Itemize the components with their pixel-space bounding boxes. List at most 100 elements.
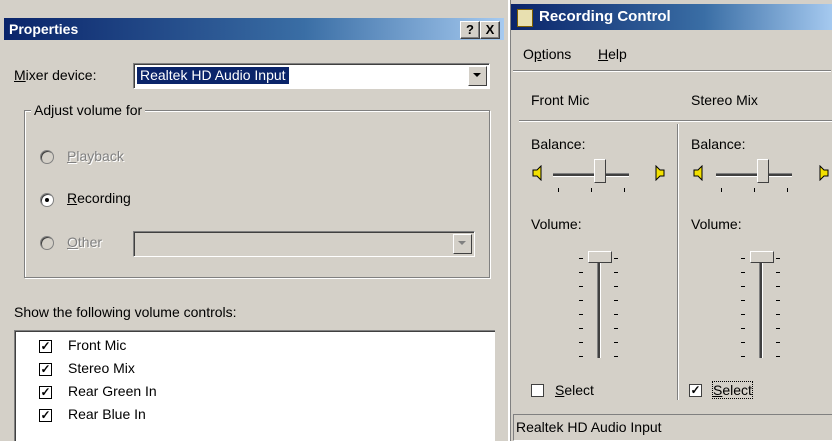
rear-green-in-label: Rear Green In [68, 383, 157, 399]
balance-tick [721, 188, 722, 192]
volume-tick [741, 272, 745, 273]
playback-label-text: layback [76, 148, 124, 164]
show-controls-label: Show the following volume controls: [14, 304, 237, 320]
volume-slider-stereo-mix[interactable] [750, 251, 774, 263]
menu-help[interactable]: Help [598, 46, 627, 62]
status-text: Realtek HD Audio Input [516, 419, 662, 435]
volume-tick [614, 356, 618, 357]
balance-tick [624, 188, 625, 192]
recording-radio[interactable] [40, 193, 54, 207]
volume-tick [614, 314, 618, 315]
recording-control-window: Recording Control Options Help Front Mic… [510, 0, 832, 441]
select-checkbox-front-mic[interactable] [531, 384, 544, 397]
volume-tick [614, 342, 618, 343]
channel-name-stereo-mix: Stereo Mix [691, 92, 758, 108]
dropdown-arrow-icon[interactable] [468, 66, 487, 86]
balance-tick [558, 188, 559, 192]
volume-track [597, 252, 601, 358]
balance-tick [591, 188, 592, 192]
channel-name-front-mic: Front Mic [531, 92, 590, 108]
balance-track [553, 173, 629, 177]
help-button[interactable]: ? [460, 21, 480, 39]
adjust-volume-label: Adjust volume for [31, 102, 146, 118]
left-speaker-icon [532, 165, 542, 181]
properties-title: Properties [9, 21, 79, 37]
volume-tick [741, 342, 745, 343]
close-button[interactable]: X [480, 21, 500, 39]
volume-tick [741, 300, 745, 301]
right-speaker-icon [819, 165, 829, 181]
rear-blue-in-label: Rear Blue In [68, 406, 146, 422]
volume-tick [579, 356, 583, 357]
recording-label-text: ecording [77, 190, 131, 206]
recording-titlebar[interactable]: Recording Control [511, 4, 832, 30]
playback-label: Playback [67, 148, 124, 164]
volume-tick [579, 328, 583, 329]
volume-tick [579, 258, 583, 259]
volume-tick [776, 328, 780, 329]
volume-tick [614, 286, 618, 287]
recording-title: Recording Control [539, 8, 671, 25]
mixer-device-value: Realtek HD Audio Input [137, 67, 289, 84]
stereo-mix-checkbox[interactable]: ✓ [39, 363, 52, 376]
balance-slider-front-mic[interactable] [594, 159, 606, 183]
front-mic-checkbox[interactable]: ✓ [39, 340, 52, 353]
volume-tick [776, 300, 780, 301]
properties-dialog: Properties ? X Mixer device: Realtek HD … [0, 0, 508, 441]
volume-tick [776, 342, 780, 343]
volume-tick [741, 328, 745, 329]
mixer-app-icon [517, 9, 533, 27]
menu-separator [513, 70, 831, 72]
volume-tick [579, 272, 583, 273]
front-mic-label: Front Mic [68, 337, 127, 353]
balance-slider-stereo-mix[interactable] [757, 159, 769, 183]
volume-tick [579, 286, 583, 287]
volume-label: Volume: [531, 216, 582, 232]
volume-tick [579, 342, 583, 343]
volume-track [759, 252, 763, 358]
channel-header-separator [519, 120, 832, 122]
volume-label: Volume: [691, 216, 742, 232]
other-radio[interactable] [40, 236, 54, 250]
select-label-front-mic: Select [555, 382, 594, 398]
select-checkbox-stereo-mix[interactable]: ✓ [689, 384, 702, 397]
rear-green-in-checkbox[interactable]: ✓ [39, 386, 52, 399]
status-bar: Realtek HD Audio Input [513, 414, 832, 441]
stereo-mix-label: Stereo Mix [68, 360, 135, 376]
select-label-stereo-mix: Select [712, 381, 753, 399]
volume-tick [614, 328, 618, 329]
volume-tick [741, 286, 745, 287]
playback-radio[interactable] [40, 150, 54, 164]
right-speaker-icon [655, 165, 665, 181]
volume-controls-list[interactable]: ✓ Front Mic ✓ Stereo Mix ✓ Rear Green In… [14, 330, 495, 441]
mixer-device-label-text: ixer device: [25, 67, 97, 83]
dropdown-arrow-icon[interactable] [453, 234, 472, 254]
volume-slider-front-mic[interactable] [588, 251, 612, 263]
volume-tick [741, 258, 745, 259]
balance-label: Balance: [691, 136, 746, 152]
volume-tick [614, 300, 618, 301]
volume-tick [776, 258, 780, 259]
other-label-text: ther [77, 234, 103, 250]
recording-label: Recording [67, 190, 131, 206]
volume-tick [614, 258, 618, 259]
volume-tick [776, 286, 780, 287]
volume-tick [579, 300, 583, 301]
mixer-device-dropdown[interactable]: Realtek HD Audio Input [133, 63, 490, 89]
balance-track [716, 173, 792, 177]
left-speaker-icon [693, 165, 703, 181]
radio-selected-dot-icon [45, 198, 49, 202]
other-device-dropdown[interactable] [133, 231, 475, 257]
volume-tick [741, 356, 745, 357]
balance-tick [754, 188, 755, 192]
volume-tick [776, 272, 780, 273]
menu-options[interactable]: Options [523, 46, 571, 62]
other-label: Other [67, 234, 103, 250]
volume-tick [776, 356, 780, 357]
properties-titlebar[interactable]: Properties ? X [4, 18, 504, 40]
mixer-device-label: Mixer device: [14, 67, 97, 83]
volume-tick [741, 314, 745, 315]
volume-tick [776, 314, 780, 315]
balance-label: Balance: [531, 136, 586, 152]
rear-blue-in-checkbox[interactable]: ✓ [39, 409, 52, 422]
